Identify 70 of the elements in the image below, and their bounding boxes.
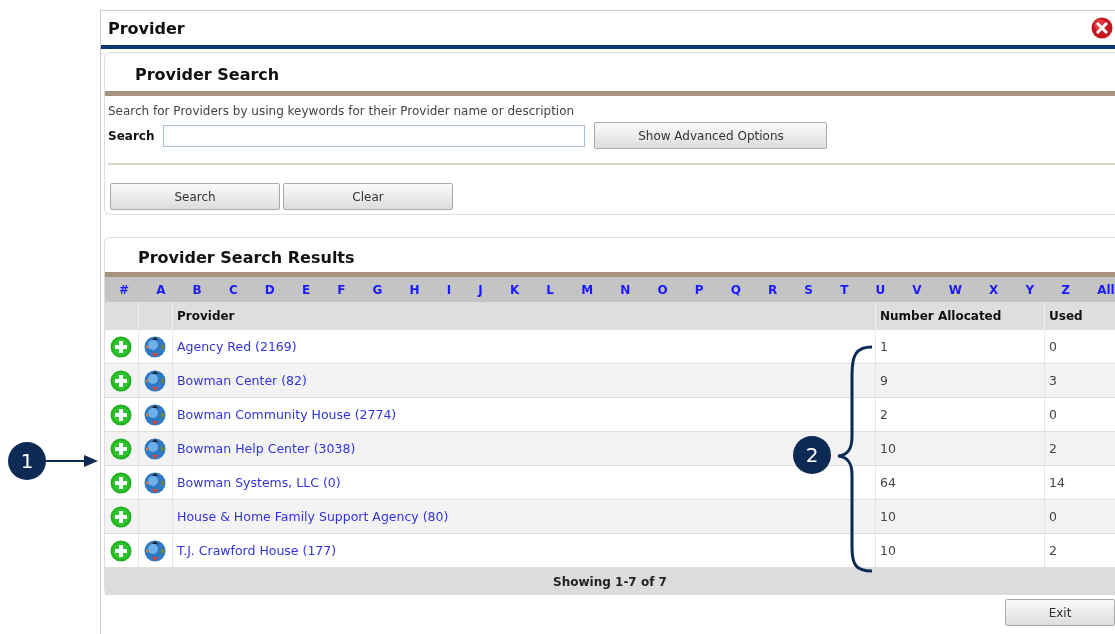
table-cell: 10 [876, 432, 1045, 466]
add-icon[interactable] [110, 403, 132, 426]
letter-filter-link[interactable]: X [989, 282, 999, 297]
add-icon[interactable] [110, 437, 132, 460]
search-button[interactable]: Search [110, 183, 280, 210]
letter-filter-link[interactable]: P [694, 282, 704, 297]
letter-filter-link[interactable]: All [1097, 282, 1115, 297]
letter-filter-link[interactable]: B [192, 282, 202, 297]
exit-button[interactable]: Exit [1005, 599, 1115, 626]
results-count: Showing 1-7 of 7 [105, 568, 1115, 595]
globe-icon[interactable] [144, 437, 166, 460]
used-column-header: Used [1045, 302, 1115, 330]
table-cell: 9 [876, 364, 1045, 398]
add-icon[interactable] [110, 505, 132, 528]
letter-filter-link[interactable]: U [875, 282, 886, 297]
window-title: Provider [108, 18, 185, 38]
add-icon[interactable] [110, 539, 132, 562]
letter-filter-link[interactable]: Z [1061, 282, 1071, 297]
letter-filter-link[interactable]: Y [1025, 282, 1035, 297]
globe-icon[interactable] [144, 539, 166, 562]
provider-link[interactable]: Bowman Center (82) [177, 373, 307, 388]
table-cell: 3 [1045, 364, 1115, 398]
letter-filter-link[interactable]: L [546, 282, 554, 297]
globe-icon[interactable] [144, 471, 166, 494]
letter-filter-link[interactable]: F [337, 282, 346, 297]
letter-filter-link[interactable]: I [446, 282, 452, 297]
letter-filter-link[interactable]: N [620, 282, 631, 297]
add-icon[interactable] [110, 335, 132, 358]
letter-filter-link[interactable]: Q [730, 282, 741, 297]
letter-filter-link[interactable]: H [409, 282, 420, 297]
letter-filter-link[interactable]: T [840, 282, 849, 297]
table-cell: 2 [1045, 432, 1115, 466]
provider-link[interactable]: Agency Red (2169) [177, 339, 297, 354]
letter-filter-link[interactable]: W [948, 282, 962, 297]
letter-filter-link[interactable]: O [657, 282, 668, 297]
provider-link[interactable]: Bowman Community House (2774) [177, 407, 397, 422]
callout-arrow [46, 454, 98, 468]
add-icon[interactable] [110, 369, 132, 392]
advanced-options-button[interactable]: Show Advanced Options [594, 122, 828, 149]
letter-filter-link[interactable]: M [581, 282, 594, 297]
letter-filter-link[interactable]: E [301, 282, 311, 297]
globe-icon[interactable] [144, 403, 166, 426]
search-field[interactable] [163, 124, 586, 147]
provider-link[interactable]: House & Home Family Support Agency (80) [177, 509, 449, 524]
globe-icon[interactable] [144, 335, 166, 358]
letter-filter-link[interactable]: K [509, 282, 520, 297]
letter-filter-link[interactable]: V [912, 282, 922, 297]
clear-button[interactable]: Clear [283, 183, 453, 210]
letter-filter-link[interactable]: A [156, 282, 166, 297]
provider-link[interactable]: Bowman Systems, LLC (0) [177, 475, 341, 490]
search-label: Search [108, 128, 155, 143]
search-description: Search for Providers by using keywords for their Provider name or description [108, 103, 576, 120]
add-icon[interactable] [110, 471, 132, 494]
provider-link[interactable]: Bowman Help Center (3038) [177, 441, 356, 456]
callout-number: 1 [8, 442, 46, 480]
table-cell: 0 [1045, 500, 1115, 534]
close-icon[interactable] [1091, 17, 1113, 39]
letter-filter-link[interactable]: R [767, 282, 778, 297]
table-cell: 10 [876, 500, 1045, 534]
provider-link[interactable]: T.J. Crawford House (177) [177, 543, 337, 558]
letter-filter-link[interactable]: S [804, 282, 813, 297]
letter-filter-link[interactable]: J [478, 282, 483, 297]
letter-filter-link[interactable]: G [372, 282, 383, 297]
letter-filter-link[interactable]: D [264, 282, 275, 297]
letter-filter-link[interactable]: # [119, 282, 130, 297]
section-title: Provider Search [105, 53, 1115, 96]
globe-icon[interactable] [144, 369, 166, 392]
provider-column-header: Provider [173, 302, 876, 330]
allocated-column-header: Number Allocated [876, 302, 1045, 330]
letter-filter-link[interactable]: C [228, 282, 238, 297]
